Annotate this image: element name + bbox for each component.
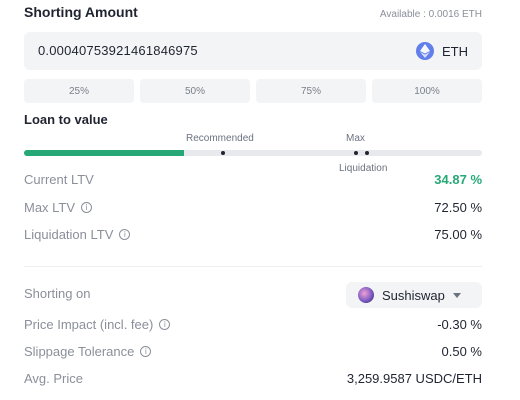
price-impact-label: Price Impact (incl. fee) i	[24, 317, 171, 332]
liquidation-ltv-label: Liquidation LTV i	[24, 227, 131, 242]
recommended-label: Recommended	[186, 133, 254, 144]
slippage-label-text: Slippage Tolerance	[24, 344, 135, 359]
price-impact-row: Price Impact (incl. fee) i -0.30 %	[24, 317, 482, 335]
max-ltv-value: 72.50 %	[434, 200, 482, 215]
dex-selector[interactable]: Sushiswap	[346, 282, 482, 308]
max-ltv-label-text: Max LTV	[24, 200, 76, 215]
max-marker	[354, 151, 358, 155]
ltv-progress-fill	[24, 150, 184, 156]
percent-25-button[interactable]: 25%	[24, 79, 134, 103]
current-ltv-value: 34.87 %	[434, 172, 482, 187]
percent-50-button[interactable]: 50%	[140, 79, 250, 103]
shorting-amount-value[interactable]: 0.00040753921461846975	[38, 43, 198, 58]
sushiswap-icon	[358, 287, 374, 303]
percent-75-button[interactable]: 75%	[256, 79, 366, 103]
liquidation-marker	[365, 151, 369, 155]
current-ltv-row: Current LTV 34.87 %	[24, 172, 482, 190]
loan-to-value-title: Loan to value	[24, 112, 108, 127]
price-impact-label-text: Price Impact (incl. fee)	[24, 317, 154, 332]
shorting-amount-header: Shorting Amount Available : 0.0016 ETH	[24, 4, 482, 26]
percent-100-button[interactable]: 100%	[372, 79, 482, 103]
current-ltv-label: Current LTV	[24, 172, 94, 187]
slippage-row: Slippage Tolerance i 0.50 %	[24, 344, 482, 362]
available-balance: Available : 0.0016 ETH	[379, 9, 482, 20]
percent-buttons: 25% 50% 75% 100%	[24, 79, 482, 103]
dex-selector-label: Sushiswap	[382, 287, 445, 303]
info-icon[interactable]: i	[140, 346, 152, 357]
slippage-value: 0.50 %	[441, 344, 482, 359]
token-label: ETH	[442, 43, 468, 59]
shorting-amount-title: Shorting Amount	[24, 4, 138, 20]
info-icon[interactable]: i	[119, 229, 131, 240]
ltv-progress-bar	[24, 150, 482, 156]
price-impact-value: -0.30 %	[437, 317, 482, 332]
info-icon[interactable]: i	[159, 319, 171, 330]
shorting-amount-input[interactable]: 0.00040753921461846975 ETH	[24, 32, 482, 70]
liquidation-ltv-label-text: Liquidation LTV	[24, 227, 114, 242]
max-ltv-row: Max LTV i 72.50 %	[24, 200, 482, 218]
slippage-label: Slippage Tolerance i	[24, 344, 152, 359]
liquidation-ltv-value: 75.00 %	[434, 227, 482, 242]
recommended-marker	[221, 151, 225, 155]
token-indicator: ETH	[416, 41, 468, 61]
avg-price-label: Avg. Price	[24, 371, 84, 386]
max-ltv-label: Max LTV i	[24, 200, 93, 215]
info-icon[interactable]: i	[81, 202, 93, 213]
section-divider	[24, 266, 482, 267]
avg-price-value: 3,259.9587 USDC/ETH	[346, 371, 482, 386]
max-label: Max	[346, 133, 365, 144]
eth-icon	[416, 42, 434, 60]
avg-price-row: Avg. Price 3,259.9587 USDC/ETH	[24, 371, 482, 389]
chevron-down-icon	[452, 292, 461, 298]
liquidation-ltv-row: Liquidation LTV i 75.00 %	[24, 227, 482, 245]
shorting-on-label: Shorting on	[24, 286, 91, 301]
